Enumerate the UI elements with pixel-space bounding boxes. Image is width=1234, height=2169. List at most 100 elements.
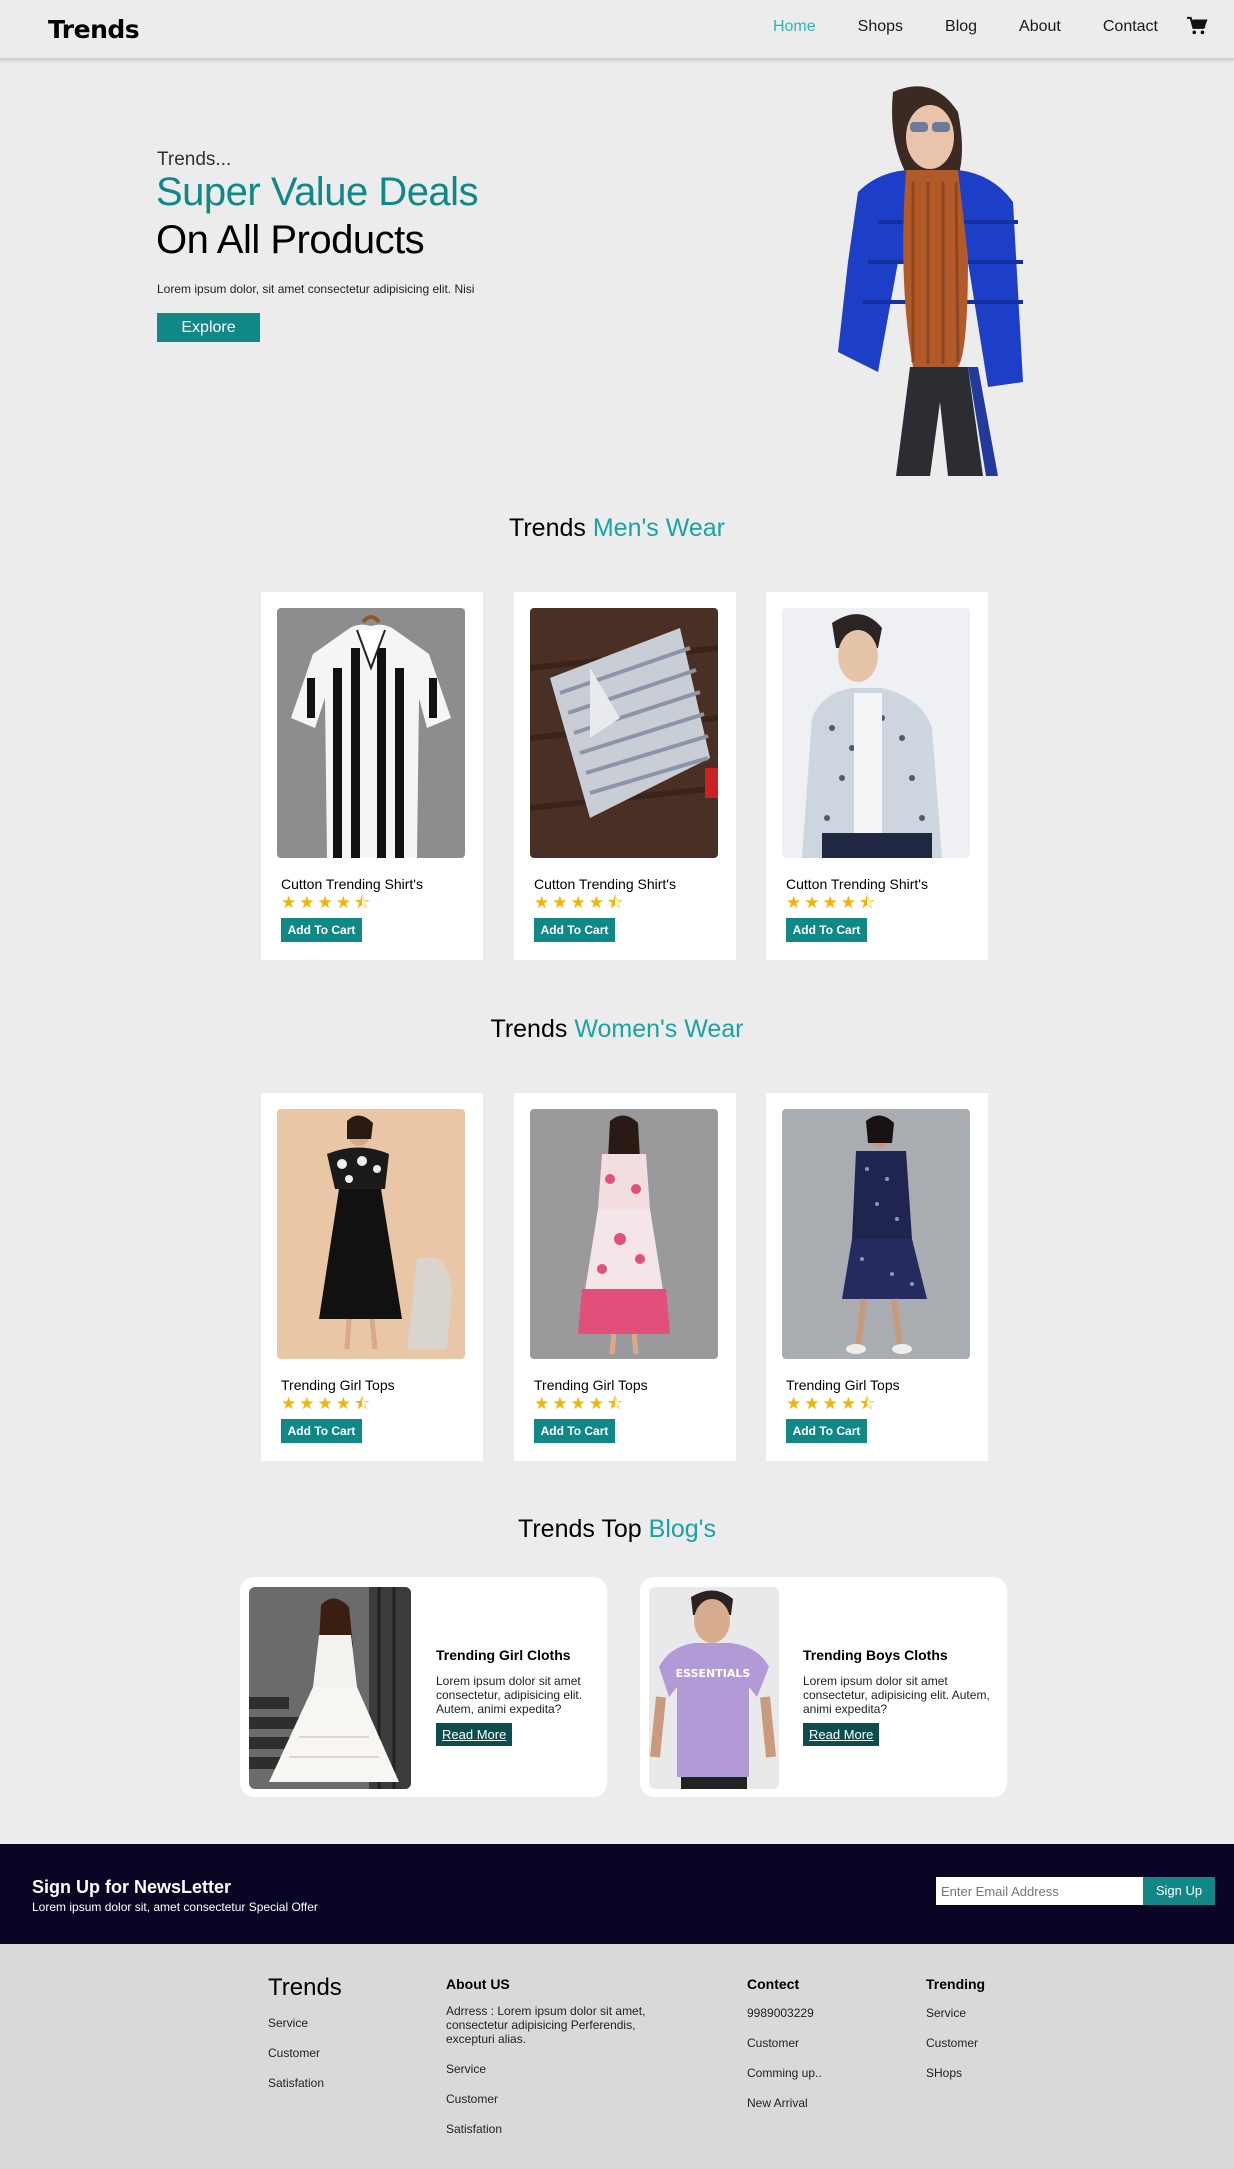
nav-link-contact[interactable]: Contact: [1103, 18, 1158, 36]
footer-link[interactable]: Service: [268, 2016, 342, 2030]
top-navbar: Trends Home Shops Blog About Contact: [0, 0, 1234, 60]
product-name: Trending Girl Tops: [281, 1377, 395, 1393]
nav-link-home[interactable]: Home: [773, 18, 816, 36]
product-image-man-printed-shirt: [782, 608, 970, 858]
product-name: Cutton Trending Shirt's: [786, 876, 928, 892]
blog-card: ESSENTIALS Trending Boys Cloths Lorem ip…: [640, 1577, 1007, 1797]
tshirt-print-text: ESSENTIALS: [676, 1667, 751, 1680]
product-card[interactable]: Cutton Trending Shirt's ★ ★ ★ ★ ⯪ Add To Car…: [766, 592, 988, 960]
footer-about-column: About US Adrress : Lorem ipsum dolor sit…: [446, 1976, 656, 2136]
nav-links: Home Shops Blog About Contact: [731, 18, 1158, 36]
hero-model-image: [838, 86, 1023, 476]
blog-card: Trending Girl Cloths Lorem ipsum dolor s…: [240, 1577, 607, 1797]
product-image-folded-shirt: [530, 608, 718, 858]
hero-title-accent: Super Value Deals: [156, 170, 479, 214]
blog-text: Lorem ipsum dolor sit amet consectetur, …: [803, 1674, 990, 1716]
site-logo[interactable]: Trends: [48, 15, 140, 44]
star-icon: ★: [299, 1394, 315, 1413]
footer-trending-heading: Trending: [926, 1976, 986, 1992]
newsletter-title: Sign Up for NewsLetter: [32, 1877, 232, 1897]
half-star-icon: ⯪: [354, 893, 371, 912]
product-card[interactable]: Trending Girl Tops ★ ★ ★ ★ ⯪ Add To Cart: [261, 1093, 483, 1461]
hero-description: Lorem ipsum dolor, sit amet consectetur …: [157, 282, 475, 296]
star-icon: ★: [786, 893, 802, 912]
hero-eyebrow: Trends...: [157, 149, 232, 170]
footer-link[interactable]: Service: [926, 2006, 985, 2020]
footer-link[interactable]: Customer: [747, 2036, 822, 2050]
star-icon: ★: [534, 893, 550, 912]
mens-section-title: Trends Men's Wear: [0, 514, 1234, 543]
blogs-title-prefix: Trends Top: [518, 1515, 642, 1543]
half-star-icon: ⯪: [607, 893, 624, 912]
nav-link-about[interactable]: About: [1019, 18, 1061, 36]
footer-link[interactable]: Service: [446, 2062, 656, 2076]
star-icon: ★: [570, 1394, 586, 1413]
rating-stars: ★ ★ ★ ★ ⯪: [281, 1395, 370, 1412]
rating-stars: ★ ★ ★ ★ ⯪: [534, 894, 623, 911]
add-to-cart-button[interactable]: Add To Cart: [786, 918, 867, 942]
footer-contact-column: Contect 9989003229 Customer Comming up..…: [747, 1976, 822, 2110]
explore-button[interactable]: Explore: [157, 313, 260, 342]
half-star-icon: ⯪: [354, 1394, 371, 1413]
nav-link-blog[interactable]: Blog: [945, 18, 977, 36]
footer: Trends Service Customer Satisfation Abou…: [0, 1944, 1234, 2169]
star-icon: ★: [281, 1394, 297, 1413]
rating-stars: ★ ★ ★ ★ ⯪: [281, 894, 370, 911]
read-more-button[interactable]: Read More: [803, 1723, 880, 1746]
rating-stars: ★ ★ ★ ★ ⯪: [534, 1395, 623, 1412]
star-icon: ★: [822, 893, 838, 912]
footer-link[interactable]: Customer: [268, 2046, 342, 2060]
footer-about-heading: About US: [446, 1976, 510, 1992]
product-card[interactable]: Cutton Trending Shirt's ★ ★ ★ ★ ⯪ Add To Car…: [514, 592, 736, 960]
blog-title: Trending Boys Cloths: [803, 1647, 948, 1663]
star-icon: ★: [804, 893, 820, 912]
star-icon: ★: [552, 893, 568, 912]
email-input[interactable]: [936, 1877, 1143, 1905]
footer-link[interactable]: Satisfation: [268, 2076, 342, 2090]
footer-link[interactable]: Customer: [926, 2036, 985, 2050]
read-more-button[interactable]: Read More: [436, 1723, 513, 1746]
footer-link[interactable]: Comming up..: [747, 2066, 822, 2080]
half-star-icon: ⯪: [607, 1394, 624, 1413]
star-icon: ★: [552, 1394, 568, 1413]
hero-title: On All Products: [156, 218, 425, 262]
product-card[interactable]: Cutton Trending Shirt's ★ ★ ★ ★ ⯪ Add To Car…: [261, 592, 483, 960]
star-icon: ★: [299, 893, 315, 912]
womens-section-title: Trends Women's Wear: [0, 1015, 1234, 1044]
star-icon: ★: [588, 893, 604, 912]
newsletter-subtitle: Lorem ipsum dolor sit, amet consectetur …: [32, 1900, 318, 1914]
add-to-cart-button[interactable]: Add To Cart: [786, 1419, 867, 1443]
sign-up-button[interactable]: Sign Up: [1143, 1877, 1215, 1905]
star-icon: ★: [786, 1394, 802, 1413]
add-to-cart-button[interactable]: Add To Cart: [534, 1419, 615, 1443]
add-to-cart-button[interactable]: Add To Cart: [534, 918, 615, 942]
footer-link[interactable]: SHops: [926, 2066, 985, 2080]
add-to-cart-button[interactable]: Add To Cart: [281, 1419, 362, 1443]
star-icon: ★: [822, 1394, 838, 1413]
half-star-icon: ⯪: [859, 1394, 876, 1413]
star-icon: ★: [588, 1394, 604, 1413]
blogs-title-accent: Blog's: [648, 1515, 716, 1543]
add-to-cart-button[interactable]: Add To Cart: [281, 918, 362, 942]
product-image-navy-dress: [782, 1109, 970, 1359]
product-card[interactable]: Trending Girl Tops ★ ★ ★ ★ ⯪ Add To Cart: [766, 1093, 988, 1461]
blog-image-lavender-tshirt: ESSENTIALS: [649, 1587, 779, 1789]
footer-link[interactable]: New Arrival: [747, 2096, 822, 2110]
product-name: Cutton Trending Shirt's: [534, 876, 676, 892]
footer-trending-column: Trending Service Customer SHops: [926, 1976, 985, 2080]
footer-contact-heading: Contect: [747, 1976, 800, 1992]
product-card[interactable]: Trending Girl Tops ★ ★ ★ ★ ⯪ Add To Cart: [514, 1093, 736, 1461]
star-icon: ★: [840, 893, 856, 912]
nav-link-shops[interactable]: Shops: [858, 18, 903, 36]
product-image-black-dress: [277, 1109, 465, 1359]
star-icon: ★: [335, 893, 351, 912]
product-image-striped-shirt: [277, 608, 465, 858]
footer-phone[interactable]: 9989003229: [747, 2006, 822, 2020]
star-icon: ★: [840, 1394, 856, 1413]
star-icon: ★: [317, 1394, 333, 1413]
footer-link[interactable]: Customer: [446, 2092, 656, 2106]
blog-image-white-gown: [249, 1587, 411, 1789]
newsletter-section: Sign Up for NewsLetter Lorem ipsum dolor…: [0, 1844, 1234, 1944]
footer-link[interactable]: Satisfation: [446, 2122, 656, 2136]
cart-icon[interactable]: [1186, 16, 1208, 36]
